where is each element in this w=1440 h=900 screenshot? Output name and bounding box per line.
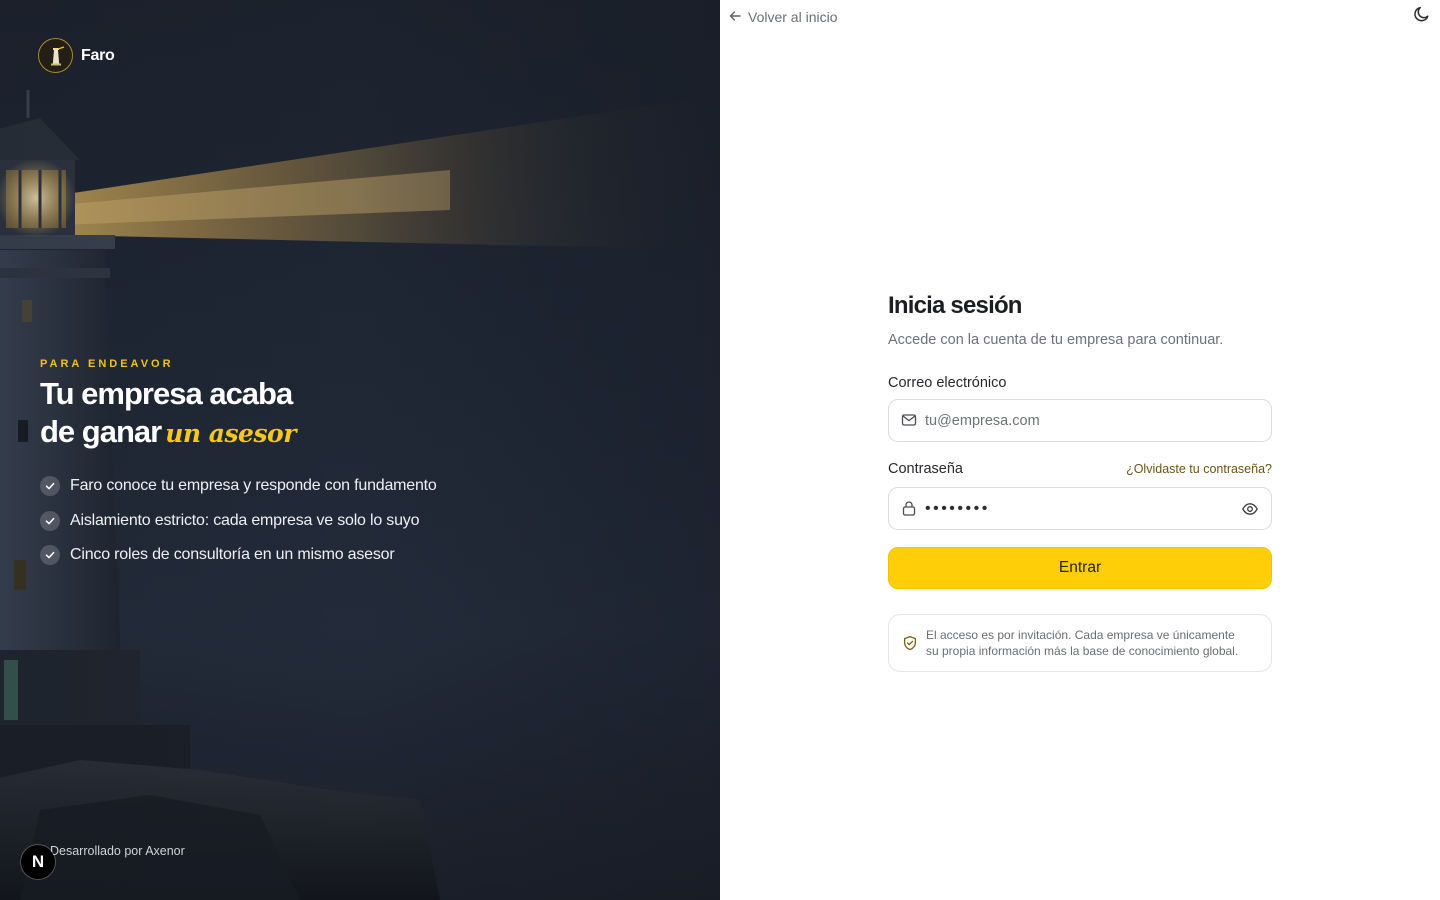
email-field[interactable] (889, 400, 1271, 441)
back-link-label: Volver al inicio (748, 9, 838, 25)
password-field-wrapper (888, 487, 1272, 530)
login-panel: Volver al inicio Inicia sesión Accede co… (720, 0, 1440, 900)
theme-toggle-button[interactable] (1412, 6, 1432, 26)
invitation-notice: El acceso es por invitación. Cada empres… (888, 614, 1272, 672)
headline-line-1: Tu empresa acaba (40, 376, 293, 411)
hero-headline: Tu empresa acaba de ganar un asesor (40, 375, 460, 453)
arrow-left-icon (728, 9, 742, 26)
moon-icon (1413, 5, 1431, 28)
brand[interactable]: Faro (38, 38, 115, 73)
developer-credit: Desarrollado por Axenor (50, 844, 185, 858)
hero-panel: Faro PARA ENDEAVOR Tu empresa acaba de g… (0, 0, 720, 900)
password-label-row: Contraseña ¿Olvidaste tu contraseña? (888, 456, 1272, 482)
password-label: Contraseña (888, 461, 963, 477)
check-icon (40, 545, 60, 565)
feature-list: Faro conoce tu empresa y responde con fu… (40, 475, 437, 579)
lock-icon (901, 500, 917, 516)
notice-line-1: El acceso es por invitación. Cada empres… (926, 628, 1235, 642)
feature-text: Aislamiento estricto: cada empresa ve so… (70, 511, 420, 529)
framework-badge[interactable]: N (21, 845, 55, 879)
email-label: Correo electrónico (888, 375, 1007, 391)
lighthouse-icon (38, 38, 73, 73)
mail-icon (901, 412, 917, 428)
submit-button[interactable]: Entrar (888, 547, 1272, 589)
eye-icon[interactable] (1241, 500, 1259, 518)
notice-text: El acceso es por invitación. Cada empres… (926, 627, 1238, 659)
headline-line-2: de ganar (40, 414, 162, 449)
check-icon (40, 510, 60, 531)
shield-check-icon (902, 635, 918, 651)
email-field-wrapper (888, 399, 1272, 442)
feature-text: Faro conoce tu empresa y responde con fu… (70, 477, 437, 494)
password-field[interactable] (889, 488, 1271, 529)
form-subtitle: Accede con la cuenta de tu empresa para … (888, 332, 1224, 348)
forgot-password-link[interactable]: ¿Olvidaste tu contraseña? (1126, 462, 1272, 476)
check-icon (40, 476, 60, 496)
notice-line-2: su propia información más la base de con… (926, 644, 1239, 658)
login-form: Inicia sesión Accede con la cuenta de tu… (888, 292, 1272, 672)
headline-accent: un asesor (165, 419, 296, 448)
brand-name: Faro (81, 46, 115, 64)
back-link[interactable]: Volver al inicio (728, 6, 838, 28)
hero-eyebrow: PARA ENDEAVOR (40, 358, 174, 370)
feature-item: Cinco roles de consultoría en un mismo a… (40, 544, 437, 566)
feature-text: Cinco roles de consultoría en un mismo a… (70, 546, 395, 563)
feature-item: Aislamiento estricto: cada empresa ve so… (40, 510, 437, 532)
feature-item: Faro conoce tu empresa y responde con fu… (40, 475, 437, 497)
form-title: Inicia sesión (888, 292, 1022, 319)
